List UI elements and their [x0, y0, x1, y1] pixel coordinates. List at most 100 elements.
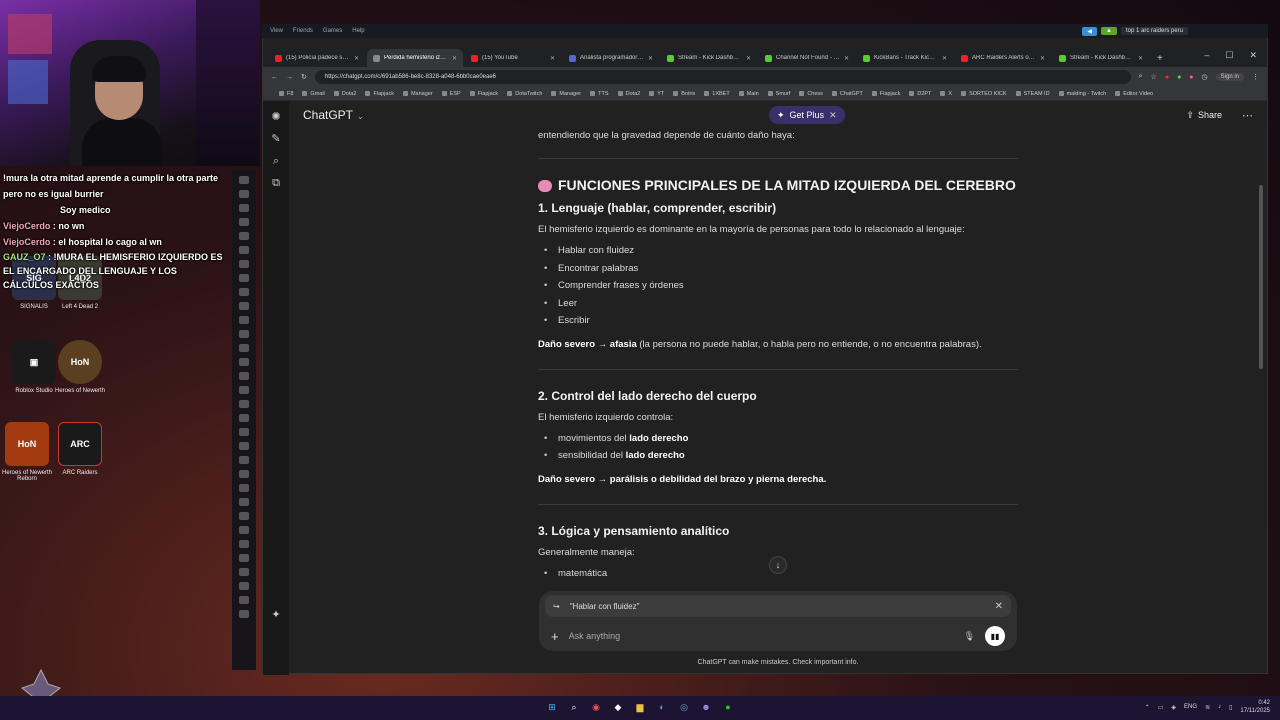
model-selector[interactable]: ChatGPT ⌄: [303, 108, 364, 122]
close-icon[interactable]: ✕: [844, 55, 849, 62]
steam-menu-help[interactable]: Help: [352, 28, 364, 34]
bookmark[interactable]: Chess: [799, 91, 823, 97]
tab[interactable]: Analista programador - Ju ✕: [563, 49, 659, 67]
bookmark[interactable]: D2PT: [909, 91, 931, 97]
close-icon[interactable]: ✕: [1138, 55, 1143, 62]
bookmark[interactable]: TTS: [590, 91, 608, 97]
extension-icon[interactable]: ●: [1189, 74, 1193, 81]
close-icon[interactable]: ✕: [648, 55, 653, 62]
share-button[interactable]: ⇪ Share: [1186, 110, 1222, 121]
volume-icon[interactable]: ♪: [1218, 704, 1221, 710]
app-icon[interactable]: ◆: [610, 699, 626, 715]
bookmark[interactable]: STEAM ID: [1016, 91, 1050, 97]
bookmark[interactable]: Flapjack: [365, 91, 393, 97]
tab[interactable]: ARC Raiders Alerts on X ✕: [955, 49, 1051, 67]
battery-icon[interactable]: ▯: [1229, 704, 1232, 711]
openai-logo-icon[interactable]: ✺: [270, 111, 282, 123]
close-icon[interactable]: ✕: [452, 55, 457, 62]
voice-mode-button[interactable]: ▮▮: [985, 626, 1005, 646]
discord-icon[interactable]: ☻: [698, 699, 714, 715]
extension-icon[interactable]: ●: [1177, 74, 1181, 81]
tab[interactable]: Channel Not Found - Kick ✕: [759, 49, 855, 67]
bookmark[interactable]: F8: [279, 91, 293, 97]
bookmark[interactable]: DotaTwitch: [507, 91, 542, 97]
bookmark[interactable]: Flapjack: [470, 91, 498, 97]
chevron-up-icon[interactable]: ⌃: [1145, 704, 1150, 711]
steam-icon[interactable]: ◎: [676, 699, 692, 715]
back-icon[interactable]: ←: [271, 74, 278, 81]
library-icon[interactable]: ⧉: [270, 177, 282, 189]
bookmark[interactable]: Manager: [403, 91, 433, 97]
desktop-icon-arc-raiders[interactable]: ARC ARC Raiders: [50, 422, 110, 476]
scroll-down-button[interactable]: ↓: [769, 556, 787, 574]
bookmark[interactable]: 1XBET: [704, 91, 729, 97]
close-icon[interactable]: ✕: [829, 110, 837, 121]
spotify-icon[interactable]: ●: [720, 699, 736, 715]
steam-menu-games[interactable]: Games: [323, 28, 342, 34]
close-window-icon[interactable]: ✕: [1249, 50, 1257, 61]
bookmark[interactable]: YT: [649, 91, 664, 97]
bookmark[interactable]: Editor Video: [1115, 91, 1153, 97]
close-icon[interactable]: ✕: [550, 55, 555, 62]
sparkle-icon[interactable]: ✦: [270, 609, 282, 621]
close-icon[interactable]: ✕: [995, 601, 1003, 612]
close-icon[interactable]: ✕: [746, 55, 751, 62]
tray-icon[interactable]: ◈: [1171, 704, 1176, 711]
add-attachment-icon[interactable]: +: [551, 629, 559, 644]
bookmark[interactable]: Flapjack: [872, 91, 900, 97]
history-icon[interactable]: ◷: [1202, 73, 1208, 81]
minimize-icon[interactable]: –: [1204, 50, 1209, 61]
tray-icon[interactable]: ▭: [1158, 704, 1164, 711]
file-explorer-icon[interactable]: ▆: [632, 699, 648, 715]
steam-search[interactable]: top 1 arc raiders peru: [1120, 27, 1188, 35]
close-icon[interactable]: ✕: [354, 55, 359, 62]
bookmark[interactable]: Manager: [551, 91, 581, 97]
address-bar[interactable]: https://chatgpt.com/c/691ab586-be8c-8328…: [314, 70, 1131, 84]
scrollbar-thumb[interactable]: [1259, 185, 1263, 369]
tab-active[interactable]: Pérdida hemisferio izquierdo ✕: [367, 49, 463, 67]
bookmark[interactable]: X: [940, 91, 952, 97]
tab[interactable]: KickBans - Track Kick.com ✕: [857, 49, 953, 67]
extension-icon[interactable]: ●: [1165, 74, 1169, 81]
bookmark[interactable]: Gmail: [302, 91, 324, 97]
windows-start-icon[interactable]: ⊞: [544, 699, 560, 715]
tab[interactable]: Stream - Kick Dashboard ✕: [1053, 49, 1149, 67]
sign-in-button[interactable]: Sign in: [1215, 73, 1244, 81]
bookmark[interactable]: SORTEO KICK: [961, 91, 1007, 97]
bookmark[interactable]: Dota2: [618, 91, 641, 97]
bookmark[interactable]: ESP: [442, 91, 461, 97]
forward-icon[interactable]: →: [286, 74, 293, 81]
steam-broadcast-icon[interactable]: ◀: [1082, 26, 1098, 36]
bookmark[interactable]: Smurf: [768, 91, 791, 97]
reload-icon[interactable]: ↻: [301, 73, 307, 81]
more-options-icon[interactable]: ⋯: [1242, 109, 1253, 122]
tab[interactable]: (15) YouTube ✕: [465, 49, 561, 67]
menu-dots-icon[interactable]: ⋮: [1252, 73, 1259, 81]
clock[interactable]: 0:42 17/11/2025: [1240, 699, 1270, 715]
bookmark[interactable]: ChatGPT: [832, 91, 863, 97]
maximize-icon[interactable]: ☐: [1225, 50, 1233, 61]
language-indicator[interactable]: ENG: [1184, 704, 1197, 710]
tab[interactable]: Stream - Kick Dashboard ✕: [661, 49, 757, 67]
steam-notification-icon[interactable]: ▲: [1101, 27, 1117, 35]
wifi-icon[interactable]: ≋: [1205, 704, 1210, 711]
edge-icon[interactable]: ◐: [654, 699, 670, 715]
ask-input[interactable]: [568, 631, 954, 641]
close-icon[interactable]: ✕: [942, 55, 947, 62]
tab[interactable]: (15) Policía padece severa ✕: [269, 49, 365, 67]
steam-menu-view[interactable]: View: [270, 28, 283, 34]
search-icon[interactable]: ⌕: [566, 699, 582, 715]
search-icon[interactable]: ⌕: [270, 155, 282, 167]
get-plus-button[interactable]: ✦ Get Plus ✕: [769, 106, 845, 124]
microphone-icon[interactable]: 🎙: [964, 631, 975, 642]
steam-menu-friends[interactable]: Friends: [293, 28, 313, 34]
bookmark[interactable]: Main: [739, 91, 759, 97]
bookmark[interactable]: Botrix: [673, 91, 695, 97]
zoom-icon[interactable]: ⌕: [1139, 73, 1143, 81]
bookmark[interactable]: Dota2: [334, 91, 357, 97]
new-chat-icon[interactable]: ✎: [270, 133, 282, 145]
new-tab-button[interactable]: +: [1151, 53, 1169, 67]
obs-icon[interactable]: ◉: [588, 699, 604, 715]
bookmark[interactable]: malding - Twitch: [1059, 91, 1107, 97]
close-icon[interactable]: ✕: [1040, 55, 1045, 62]
